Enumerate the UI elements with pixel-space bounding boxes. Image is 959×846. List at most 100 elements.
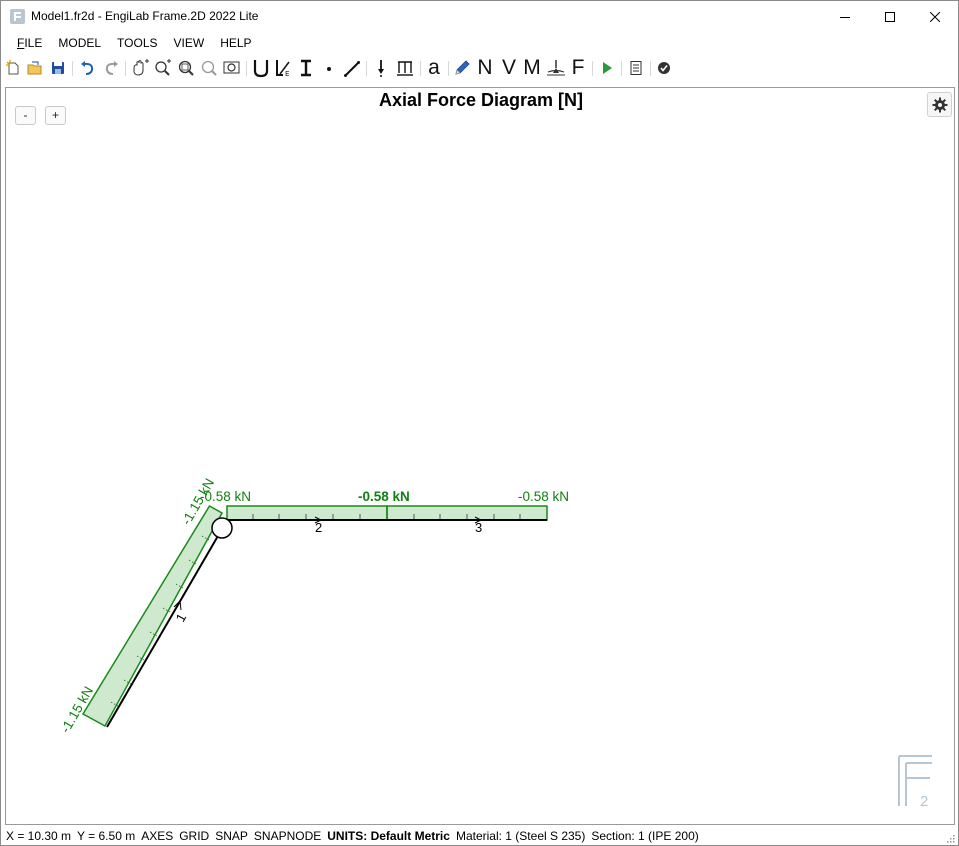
materials-icon: E — [276, 60, 290, 78]
close-icon — [930, 11, 940, 22]
toolbar-separator — [366, 61, 367, 76]
status-y-coordinate: Y = 6.50 m — [77, 829, 136, 843]
redo-icon — [105, 61, 118, 75]
member-load-button[interactable] — [394, 58, 416, 78]
status-material: Material: 1 (Steel S 235) — [455, 829, 586, 843]
new-file-button[interactable] — [4, 58, 22, 78]
member-1-axial-band — [81, 504, 224, 728]
pan-button[interactable] — [129, 58, 151, 78]
add-member-button[interactable] — [342, 58, 362, 78]
status-snap-toggle[interactable]: SNAP — [215, 829, 248, 843]
zoom-previous-button[interactable] — [199, 58, 219, 78]
status-section: Section: 1 (IPE 200) — [591, 829, 699, 843]
status-x-coordinate: X = 10.30 m — [6, 829, 72, 843]
menu-model[interactable]: MODEL — [50, 32, 109, 54]
menu-tools[interactable]: TOOLS — [109, 32, 165, 54]
app-logo-icon — [10, 9, 25, 24]
drawing-canvas[interactable]: 2 3 1 -0.58 kN -0.58 kN -0.58 kN -1.15 k… — [5, 87, 955, 825]
zoom-in-button[interactable] — [153, 58, 173, 78]
pan-hand-icon — [133, 59, 149, 76]
resize-grip-icon[interactable] — [945, 833, 955, 843]
analysis-a-button[interactable]: a — [424, 56, 444, 80]
undo-icon — [81, 61, 94, 75]
pin-support-node[interactable] — [211, 517, 233, 539]
title-bar: Model1.fr2d - EngiLab Frame.2D 2022 Lite — [1, 1, 958, 32]
menu-view[interactable]: VIEW — [166, 32, 213, 54]
menu-help[interactable]: HELP — [212, 32, 259, 54]
menu-file[interactable]: FILE — [9, 32, 50, 54]
node-icon — [327, 67, 331, 71]
menu-file-label: ILE — [24, 36, 43, 50]
toolbar-separator — [592, 61, 593, 76]
minimize-icon — [840, 16, 850, 18]
bending-moment-button[interactable]: M — [520, 56, 544, 80]
check-model-button[interactable] — [654, 58, 674, 78]
status-axes-toggle[interactable]: AXES — [141, 829, 173, 843]
app-window: Model1.fr2d - EngiLab Frame.2D 2022 Lite… — [0, 0, 959, 846]
window-title: Model1.fr2d - EngiLab Frame.2D 2022 Lite — [31, 9, 259, 23]
i-section-icon — [301, 59, 311, 77]
toolbar-separator — [650, 61, 651, 76]
member-2-number: 2 — [315, 520, 322, 535]
menu-bar: FILE MODEL TOOLS VIEW HELP — [1, 32, 958, 54]
zoom-in-icon — [155, 59, 171, 76]
axial-force-button[interactable]: N — [474, 56, 496, 80]
member-line-icon — [344, 61, 360, 77]
status-snapnode-toggle[interactable]: SNAPNODE — [254, 829, 321, 843]
shear-force-button[interactable]: V — [498, 56, 520, 80]
save-button[interactable] — [49, 58, 67, 78]
forces-button[interactable]: F — [567, 56, 589, 80]
play-icon — [603, 62, 612, 74]
toolbar-separator — [72, 61, 73, 76]
status-grid-toggle[interactable]: GRID — [179, 829, 209, 843]
edit-pencil-button[interactable] — [452, 58, 472, 78]
svg-text:E: E — [285, 70, 289, 78]
toolbar-separator — [621, 61, 622, 76]
save-icon — [52, 62, 64, 74]
toolbar-separator — [420, 61, 421, 76]
report-button[interactable] — [626, 58, 646, 78]
zoom-extents-icon — [223, 61, 240, 74]
toolbar-separator — [125, 61, 126, 76]
maximize-icon — [885, 11, 895, 22]
gear-icon — [932, 97, 947, 112]
pencil-icon — [455, 60, 470, 75]
materials-button[interactable]: E — [273, 58, 293, 78]
zoom-previous-icon — [201, 60, 217, 76]
sections-button[interactable] — [296, 58, 316, 78]
open-file-button[interactable] — [25, 58, 45, 78]
diagram-title: Axial Force Diagram [N] — [378, 90, 584, 110]
m3-end-label: -0.58 kN — [518, 489, 569, 504]
member-load-icon — [397, 61, 413, 76]
axial-force-diagram: 2 3 1 -0.58 kN -0.58 kN -0.58 kN -1.15 k… — [58, 476, 932, 810]
open-folder-icon — [27, 61, 42, 75]
reactions-button[interactable] — [545, 58, 567, 78]
member-3-number: 3 — [475, 520, 482, 535]
member-1-number: 1 — [173, 611, 190, 625]
units-button[interactable] — [251, 58, 271, 78]
settings-button[interactable] — [927, 92, 952, 117]
member-1-line[interactable] — [106, 528, 223, 728]
maximize-button[interactable] — [867, 1, 913, 32]
redo-button[interactable] — [101, 58, 121, 78]
units-icon — [253, 60, 269, 78]
status-units[interactable]: UNITS: Default Metric — [327, 829, 450, 843]
logo-subscript: 2 — [920, 793, 928, 810]
close-button[interactable] — [912, 1, 958, 32]
report-icon — [630, 61, 642, 75]
nodal-load-button[interactable] — [371, 58, 391, 78]
zoom-window-icon — [178, 60, 194, 76]
minimize-button[interactable] — [822, 1, 868, 32]
new-file-icon — [6, 60, 19, 75]
run-analysis-button[interactable] — [597, 58, 617, 78]
reactions-icon — [547, 60, 565, 76]
undo-button[interactable] — [78, 58, 98, 78]
m2-mid-label: -0.58 kN — [358, 489, 410, 504]
status-bar: X = 10.30 m Y = 6.50 m AXES GRID SNAP SN… — [1, 826, 958, 846]
zoom-window-button[interactable] — [176, 58, 196, 78]
add-node-button[interactable] — [319, 58, 339, 78]
toolbar-separator — [246, 61, 247, 76]
zoom-extents-button[interactable] — [222, 58, 242, 78]
toolbar: E a N V M F — [1, 55, 958, 81]
toolbar-separator — [448, 61, 449, 76]
